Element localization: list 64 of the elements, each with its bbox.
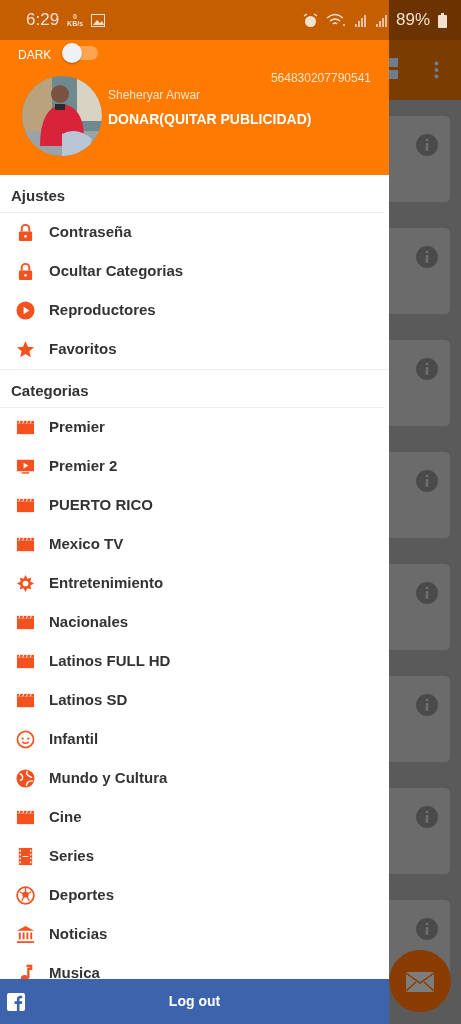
clock-time: 6:29 xyxy=(26,9,60,32)
user-name: Sheheryar Anwar xyxy=(108,87,201,104)
grid-icon[interactable] xyxy=(389,58,398,80)
menu-item[interactable]: Mundo y Cultura xyxy=(0,759,389,798)
tv-icon xyxy=(16,457,35,476)
image-icon xyxy=(91,13,106,27)
clapperboard-icon xyxy=(16,691,35,710)
menu-item[interactable]: Latinos SD xyxy=(0,681,389,720)
alarm-icon xyxy=(302,12,318,28)
info-icon[interactable] xyxy=(416,134,438,156)
menu-item[interactable]: Reproductores xyxy=(0,291,389,330)
lock-icon xyxy=(16,223,35,242)
section-title: Ajustes xyxy=(0,175,384,213)
clapperboard-icon xyxy=(16,496,35,515)
gear-icon xyxy=(16,574,35,593)
menu-item[interactable]: Cine xyxy=(0,798,389,837)
menu-item[interactable]: Ocultar Categorias xyxy=(0,252,389,291)
bank-icon xyxy=(16,925,35,944)
facebook-icon xyxy=(7,993,25,1011)
smiley-icon xyxy=(16,730,35,749)
menu-item[interactable]: Entretenimiento xyxy=(0,564,389,603)
menu-item[interactable]: Musica xyxy=(0,954,389,979)
menu-item[interactable]: Infantil xyxy=(0,720,389,759)
more-options-icon[interactable] xyxy=(434,61,439,79)
section-title: Categorias xyxy=(0,370,384,408)
menu-item[interactable]: PUERTO RICO xyxy=(0,486,389,525)
clapperboard-icon xyxy=(16,613,35,632)
dark-mode-label: DARK xyxy=(18,47,52,64)
info-icon[interactable] xyxy=(416,694,438,716)
menu-item[interactable]: Deportes xyxy=(0,876,389,915)
play-icon xyxy=(16,301,35,320)
clapperboard-icon xyxy=(16,418,35,437)
menu-item[interactable]: Premier xyxy=(0,408,389,447)
menu-item[interactable]: Premier 2 xyxy=(0,447,389,486)
menu-item[interactable]: Series xyxy=(0,837,389,876)
dark-mode-toggle[interactable] xyxy=(62,43,98,63)
logout-button[interactable]: Log out xyxy=(0,979,389,1024)
signal-icon xyxy=(353,13,367,27)
battery-level: 89% xyxy=(395,9,430,32)
menu-item[interactable]: Favoritos xyxy=(0,330,389,369)
info-icon[interactable] xyxy=(416,918,438,940)
info-icon[interactable] xyxy=(416,582,438,604)
menu-item[interactable]: Nacionales xyxy=(0,603,389,642)
user-id: 564830207790541 xyxy=(270,70,371,87)
battery-icon xyxy=(438,12,447,28)
mail-icon xyxy=(406,971,434,992)
clapperboard-icon xyxy=(16,652,35,671)
menu-item[interactable]: Latinos FULL HD xyxy=(0,642,389,681)
info-icon[interactable] xyxy=(416,806,438,828)
menu-item[interactable]: Noticias xyxy=(0,915,389,954)
star-icon xyxy=(16,340,35,359)
info-icon[interactable] xyxy=(416,358,438,380)
signal-icon xyxy=(374,13,388,27)
soccer-ball-icon xyxy=(16,886,35,905)
wifi-icon xyxy=(325,13,346,27)
menu-item[interactable]: Contraseña xyxy=(0,213,389,252)
globe-icon xyxy=(16,769,35,788)
lock-icon xyxy=(16,262,35,281)
clapperboard-icon xyxy=(16,535,35,554)
info-icon[interactable] xyxy=(416,470,438,492)
film-strip-icon xyxy=(16,847,35,866)
clapperboard-icon xyxy=(16,808,35,827)
info-icon[interactable] xyxy=(416,246,438,268)
menu-item[interactable]: Mexico TV xyxy=(0,525,389,564)
